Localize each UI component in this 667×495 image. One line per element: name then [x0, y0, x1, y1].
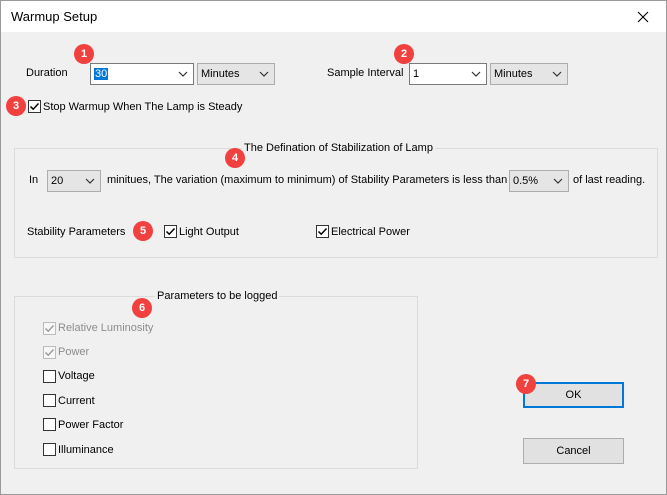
stability-params-label: Stability Parameters: [27, 226, 126, 238]
checkmark-icon: [29, 102, 40, 111]
stability-percent-select[interactable]: 0.5%: [509, 170, 569, 192]
light-output-label: Light Output: [179, 226, 239, 238]
step-marker-6: 6: [132, 298, 152, 318]
checkmark-icon: [44, 324, 55, 333]
chevron-down-icon: [178, 71, 188, 77]
window-title: Warmup Setup: [11, 9, 98, 24]
illuminance-checkbox[interactable]: [43, 443, 56, 456]
stabilization-group: [14, 148, 658, 258]
step-marker-3: 3: [6, 96, 26, 116]
relative-luminosity-checkbox[interactable]: [43, 322, 56, 335]
duration-label: Duration: [26, 67, 68, 79]
light-output-checkbox[interactable]: [164, 225, 177, 238]
relative-luminosity-label: Relative Luminosity: [58, 322, 154, 334]
sample-interval-value: 1: [413, 68, 420, 80]
title-bar: Warmup Setup: [1, 1, 666, 32]
power-checkbox[interactable]: [43, 346, 56, 359]
stop-warmup-checkbox[interactable]: [28, 100, 41, 113]
power-label: Power: [58, 346, 90, 358]
chevron-down-icon: [259, 71, 269, 77]
power-factor-checkbox[interactable]: [43, 418, 56, 431]
sample-interval-label: Sample Interval: [327, 67, 404, 79]
chevron-down-icon: [553, 178, 563, 184]
checkmark-icon: [317, 227, 328, 236]
duration-unit-select[interactable]: Minutes: [197, 63, 275, 85]
sample-interval-unit-value: Minutes: [494, 68, 533, 80]
chevron-down-icon: [552, 71, 562, 77]
duration-value: 30: [94, 68, 109, 80]
electrical-power-checkbox[interactable]: [316, 225, 329, 238]
stability-minutes-value: 20: [51, 175, 64, 187]
checkmark-icon: [44, 348, 55, 357]
stop-warmup-label: Stop Warmup When The Lamp is Steady: [43, 101, 243, 113]
checkmark-icon: [165, 227, 176, 236]
warmup-setup-dialog: Warmup Setup Duration 30 Minutes Sample …: [0, 0, 667, 495]
cancel-button[interactable]: Cancel: [523, 438, 624, 464]
step-marker-7: 7: [516, 374, 536, 394]
ok-button[interactable]: OK: [523, 382, 624, 408]
illuminance-label: Illuminance: [58, 444, 114, 456]
close-button[interactable]: [620, 1, 666, 32]
stability-percent-value: 0.5%: [513, 175, 539, 187]
stabilization-group-title: The Defination of Stabilization of Lamp: [242, 142, 435, 154]
ok-button-label: OK: [565, 389, 582, 401]
step-marker-1: 1: [74, 44, 94, 64]
voltage-checkbox[interactable]: [43, 370, 56, 383]
logged-parameters-title: Parameters to be logged: [155, 290, 280, 302]
duration-combo[interactable]: 30: [90, 63, 194, 85]
chevron-down-icon: [85, 178, 95, 184]
electrical-power-label: Electrical Power: [331, 226, 410, 238]
sample-interval-unit-select[interactable]: Minutes: [490, 63, 568, 85]
stability-minutes-select[interactable]: 20: [47, 170, 101, 192]
chevron-down-icon: [471, 71, 481, 77]
sample-interval-combo[interactable]: 1: [409, 63, 487, 85]
in-label: In: [29, 174, 39, 186]
close-icon: [637, 11, 649, 22]
step-marker-4: 4: [225, 148, 245, 168]
current-label: Current: [58, 395, 95, 407]
step-marker-2: 2: [394, 44, 414, 64]
step-marker-5: 5: [133, 221, 153, 241]
cancel-button-label: Cancel: [556, 445, 591, 457]
power-factor-label: Power Factor: [58, 419, 124, 431]
stability-suffix: of last reading.: [573, 174, 646, 186]
voltage-label: Voltage: [58, 370, 95, 382]
current-checkbox[interactable]: [43, 394, 56, 407]
stability-sentence: minitues, The variation (maximum to mini…: [107, 174, 508, 186]
duration-unit-value: Minutes: [201, 68, 240, 80]
